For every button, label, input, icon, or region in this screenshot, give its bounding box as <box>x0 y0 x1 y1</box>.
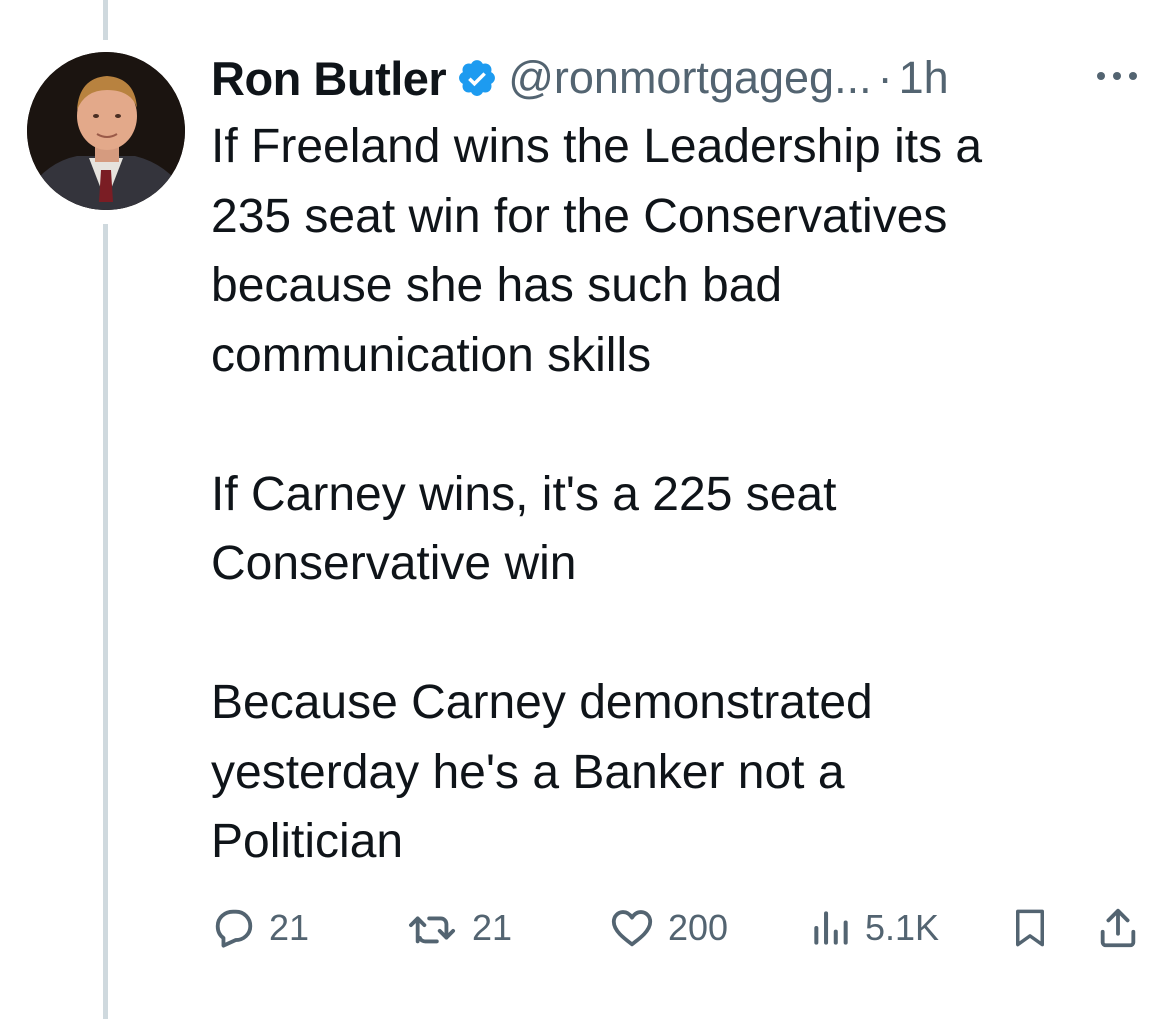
views-button[interactable]: 5.1K <box>809 898 939 958</box>
timestamp[interactable]: 1h <box>899 52 949 104</box>
tweet-header: Ron Butler @ronmortgageg... · 1h <box>211 46 949 110</box>
bookmark-button[interactable] <box>1009 898 1051 958</box>
author-name[interactable]: Ron Butler <box>211 51 447 106</box>
action-bar: 21 21 200 5.1K <box>211 898 1146 958</box>
tweet-paragraph: If Freeland wins the Leadership its a 23… <box>211 120 983 382</box>
reply-count: 21 <box>269 907 310 948</box>
avatar[interactable] <box>27 52 185 210</box>
repost-icon <box>409 916 456 944</box>
author-handle[interactable]: @ronmortgageg... <box>508 52 871 104</box>
like-count: 200 <box>668 907 729 948</box>
repost-count: 21 <box>472 907 513 948</box>
reply-icon <box>215 909 253 948</box>
views-count: 5.1K <box>865 907 940 948</box>
repost-button[interactable]: 21 <box>406 898 512 958</box>
heart-icon <box>611 910 653 947</box>
thread-line-top <box>103 0 108 40</box>
separator-dot: · <box>877 52 893 103</box>
thread-line <box>103 224 108 1019</box>
reply-button[interactable]: 21 <box>211 898 309 958</box>
tweet-text: If Freeland wins the Leadership its a 23… <box>211 112 1141 877</box>
more-icon[interactable] <box>1093 64 1141 88</box>
verified-badge-icon <box>459 60 496 96</box>
like-button[interactable]: 200 <box>608 898 728 958</box>
share-icon <box>1100 908 1136 948</box>
tweet-paragraph: If Carney wins, it's a 225 seat Conserva… <box>211 467 837 591</box>
tweet-paragraph: Because Carney demonstrated yesterday he… <box>211 676 873 868</box>
views-icon <box>814 911 848 945</box>
share-button[interactable] <box>1095 898 1141 958</box>
bookmark-icon <box>1016 909 1044 947</box>
